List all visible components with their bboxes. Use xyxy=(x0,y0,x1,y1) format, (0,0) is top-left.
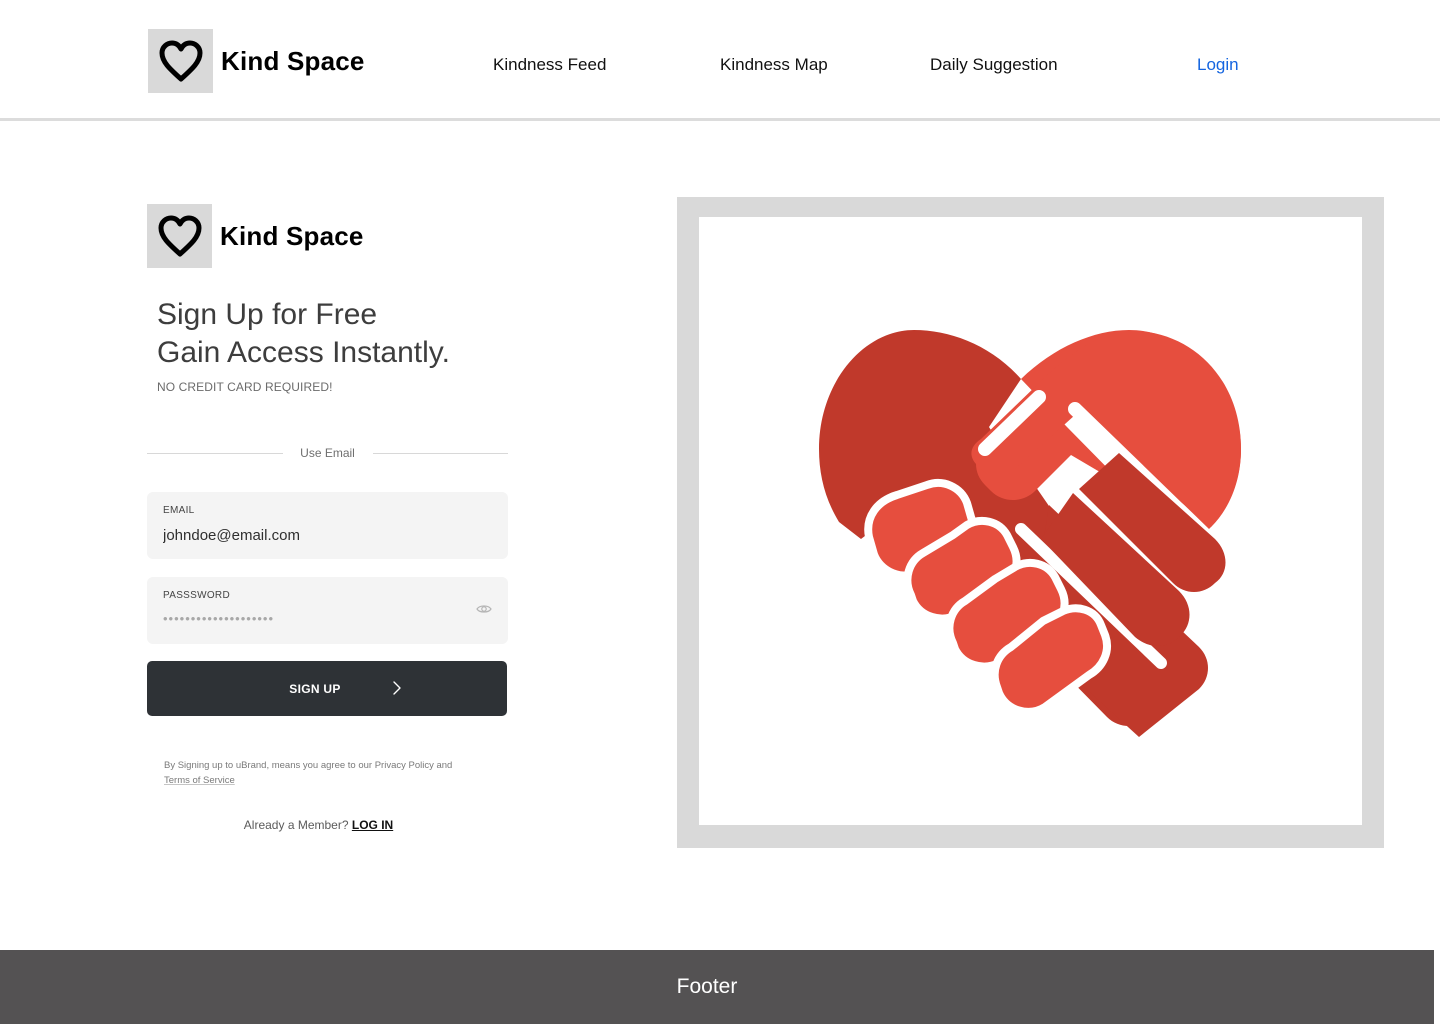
form-logo: Kind Space xyxy=(147,204,364,268)
hero-image xyxy=(699,217,1362,825)
nav-login-link[interactable]: Login xyxy=(1197,55,1239,75)
eye-icon[interactable] xyxy=(476,603,492,615)
heart-handshake-icon xyxy=(819,330,1241,737)
headline-line-2: Gain Access Instantly. xyxy=(157,336,450,369)
terms-of-service-link[interactable]: Terms of Service xyxy=(164,775,235,786)
heart-outline-icon xyxy=(158,215,201,257)
nav-kindness-map[interactable]: Kindness Map xyxy=(720,55,828,75)
header-logo[interactable]: Kind Space xyxy=(148,29,365,93)
logo-icon-box xyxy=(148,29,213,93)
brand-name: Kind Space xyxy=(220,220,364,251)
page-footer: Footer xyxy=(0,950,1434,1024)
signup-headline: Sign Up for Free Gain Access Instantly. xyxy=(157,296,450,372)
member-prompt-text: Already a Member? xyxy=(243,818,349,832)
nav-kindness-feed[interactable]: Kindness Feed xyxy=(493,55,606,75)
password-label: PASSSWORD xyxy=(163,590,230,601)
nav-daily-suggestion[interactable]: Daily Suggestion xyxy=(930,55,1058,75)
email-label: EMAIL xyxy=(163,505,195,516)
terms-notice: By Signing up to uBrand, means you agree… xyxy=(164,758,484,788)
chevron-right-icon xyxy=(393,681,401,695)
no-credit-card-note: NO CREDIT CARD REQUIRED! xyxy=(157,380,333,394)
already-member-prompt: Already a Member? LOG IN xyxy=(147,818,490,832)
logo-icon-box xyxy=(147,204,212,268)
email-input[interactable] xyxy=(163,527,463,544)
password-field[interactable]: PASSSWORD •••••••••••••••••••• xyxy=(147,577,508,644)
top-navigation: Kind Space Kindness Feed Kindness Map Da… xyxy=(0,0,1440,121)
brand-name: Kind Space xyxy=(221,45,365,76)
sign-up-button[interactable]: SIGN UP xyxy=(147,661,507,716)
hero-image-frame xyxy=(677,197,1384,848)
sign-up-button-label: SIGN UP xyxy=(289,682,341,696)
log-in-link[interactable]: LOG IN xyxy=(352,818,393,832)
password-input[interactable]: •••••••••••••••••••• xyxy=(163,612,274,625)
email-field[interactable]: EMAIL xyxy=(147,492,508,559)
heart-outline-icon xyxy=(159,40,202,82)
terms-text: By Signing up to uBrand, means you agree… xyxy=(164,760,453,771)
divider-line-right xyxy=(373,453,508,454)
footer-text: Footer xyxy=(676,975,738,998)
use-email-divider: Use Email xyxy=(147,444,508,464)
headline-line-1: Sign Up for Free xyxy=(157,298,378,331)
